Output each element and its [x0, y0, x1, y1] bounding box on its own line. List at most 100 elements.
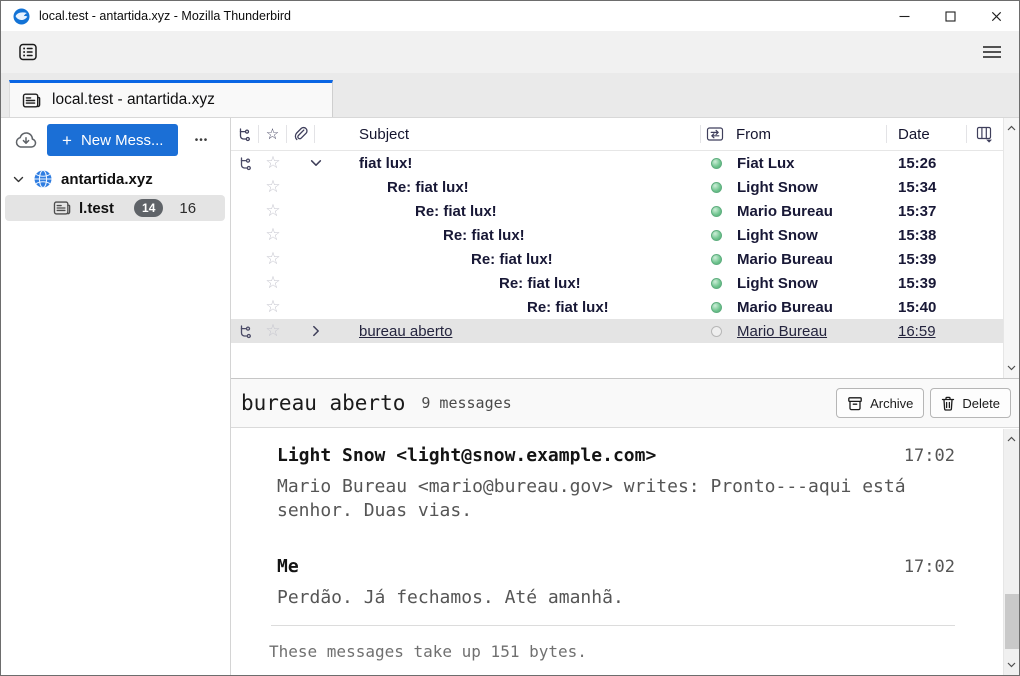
correspondents-column-icon[interactable]	[701, 126, 729, 142]
title-bar: local.test - antartida.xyz - Mozilla Thu…	[1, 1, 1019, 31]
message-body: Mario Bureau <mario@bureau.gov> writes: …	[277, 475, 932, 523]
message-time: 17:02	[904, 444, 955, 468]
thread-icon	[231, 324, 259, 339]
sidebar-account-antartida[interactable]: antartida.xyz	[1, 164, 230, 194]
from-text: Light Snow	[730, 227, 887, 244]
trash-icon	[941, 396, 955, 411]
message-row[interactable]: ☆ bureau aberto Mario Bureau 16:59	[231, 319, 1019, 343]
window-title: local.test - antartida.xyz - Mozilla Thu…	[39, 9, 291, 23]
date-text: 15:34	[887, 179, 966, 196]
unread-dot-icon[interactable]	[702, 326, 730, 337]
message-row[interactable]: ☆ Re: fiat lux! Mario Bureau 15:37	[231, 199, 1019, 223]
delete-button[interactable]: Delete	[930, 388, 1011, 418]
message-pane-scrollbar[interactable]	[1003, 429, 1019, 675]
twisty-icon[interactable]	[303, 159, 329, 167]
new-message-button[interactable]: + New Mess...	[47, 124, 178, 156]
subject-text: Re: fiat lux!	[415, 203, 497, 220]
scroll-up-icon[interactable]	[1007, 125, 1016, 131]
tab-mail-folder[interactable]: local.test - antartida.xyz	[9, 80, 333, 117]
more-options-icon[interactable]: •••	[188, 129, 214, 151]
thread-icon	[231, 228, 259, 243]
minimize-button[interactable]	[881, 1, 927, 31]
message-item[interactable]: Me 17:02 Perdão. Já fechamos. Até amanhã…	[277, 555, 955, 610]
star-icon[interactable]: ☆	[259, 177, 287, 197]
subject-text: Re: fiat lux!	[443, 227, 525, 244]
message-sender: Light Snow <light@snow.example.com>	[277, 444, 656, 468]
archive-button[interactable]: Archive	[836, 388, 924, 418]
sidebar-folder-ltest[interactable]: l.test 14 16	[5, 195, 225, 221]
star-icon[interactable]: ☆	[259, 297, 287, 317]
message-divider	[271, 625, 955, 626]
app-menu-icon[interactable]	[977, 37, 1007, 67]
star-icon[interactable]: ☆	[259, 201, 287, 221]
subject-cell: Re: fiat lux!	[287, 227, 702, 244]
message-row[interactable]: ☆ Re: fiat lux! Light Snow 15:34	[231, 175, 1019, 199]
thread-column-icon[interactable]	[231, 127, 258, 142]
archive-icon	[847, 396, 863, 411]
scroll-down-icon[interactable]	[1007, 662, 1016, 668]
attachment-column-icon[interactable]	[287, 126, 314, 142]
unread-dot-icon[interactable]	[702, 278, 730, 289]
subject-cell: Re: fiat lux!	[287, 203, 702, 220]
unread-dot-icon[interactable]	[702, 158, 730, 169]
subject-cell: Re: fiat lux!	[287, 251, 702, 268]
message-row[interactable]: ☆ Re: fiat lux! Light Snow 15:38	[231, 223, 1019, 247]
archive-label: Archive	[870, 396, 913, 411]
message-time: 17:02	[904, 555, 955, 579]
star-icon[interactable]: ☆	[259, 153, 287, 173]
date-text: 15:37	[887, 203, 966, 220]
column-header-date[interactable]: Date	[887, 126, 966, 143]
close-button[interactable]	[973, 1, 1019, 31]
subject-text: Re: fiat lux!	[387, 179, 469, 196]
from-text: Mario Bureau	[730, 251, 887, 268]
unread-dot-icon[interactable]	[702, 254, 730, 265]
column-header-from[interactable]: From	[729, 126, 886, 143]
unread-dot-icon[interactable]	[702, 182, 730, 193]
from-text: Fiat Lux	[730, 155, 887, 172]
star-icon[interactable]: ☆	[259, 273, 287, 293]
folder-name: l.test	[79, 200, 114, 217]
message-row[interactable]: ☆ Re: fiat lux! Mario Bureau 15:39	[231, 247, 1019, 271]
tab-bar: local.test - antartida.xyz	[1, 73, 1019, 118]
subject-cell: Re: fiat lux!	[287, 299, 702, 316]
cloud-download-icon[interactable]	[11, 125, 41, 155]
unread-dot-icon[interactable]	[702, 230, 730, 241]
unread-dot-icon[interactable]	[702, 302, 730, 313]
scroll-up-icon[interactable]	[1007, 436, 1016, 442]
thunderbird-logo-icon	[13, 8, 30, 25]
star-icon[interactable]: ☆	[259, 249, 287, 269]
spaces-mail-icon[interactable]	[13, 37, 43, 67]
folder-sidebar: + New Mess... ••• antartida.xyz	[1, 118, 231, 675]
thread-list-scrollbar[interactable]	[1003, 118, 1019, 378]
twisty-icon[interactable]	[303, 327, 329, 335]
message-row[interactable]: ☆ Re: fiat lux! Mario Bureau 15:40	[231, 295, 1019, 319]
subject-cell: Re: fiat lux!	[287, 179, 702, 196]
message-list: ☆ fiat lux! Fiat Lux 15:26 ☆ Re: fiat lu…	[231, 151, 1019, 378]
thread-list-header: ☆ Subject From Date	[231, 118, 1019, 151]
subject-text: Re: fiat lux!	[527, 299, 609, 316]
maximize-button[interactable]	[927, 1, 973, 31]
unread-dot-icon[interactable]	[702, 206, 730, 217]
scroll-down-icon[interactable]	[1007, 365, 1016, 371]
column-header-subject[interactable]: Subject	[315, 126, 700, 143]
main-toolbar	[1, 31, 1019, 73]
thread-title: bureau aberto	[241, 391, 405, 415]
star-icon[interactable]: ☆	[259, 321, 287, 341]
message-row[interactable]: ☆ Re: fiat lux! Light Snow 15:39	[231, 271, 1019, 295]
message-pane-body: Light Snow <light@snow.example.com> 17:0…	[231, 428, 1019, 675]
date-text: 15:39	[887, 275, 966, 292]
from-text: Light Snow	[730, 179, 887, 196]
star-icon[interactable]: ☆	[259, 225, 287, 245]
chevron-down-icon[interactable]	[13, 176, 24, 183]
plus-icon: +	[62, 132, 72, 149]
message-item[interactable]: Light Snow <light@snow.example.com> 17:0…	[277, 444, 955, 523]
date-text: 15:38	[887, 227, 966, 244]
date-text: 15:26	[887, 155, 966, 172]
date-text: 15:40	[887, 299, 966, 316]
thread-icon	[231, 300, 259, 315]
star-column-icon[interactable]: ☆	[259, 125, 286, 143]
message-row[interactable]: ☆ fiat lux! Fiat Lux 15:26	[231, 151, 1019, 175]
scrollbar-thumb[interactable]	[1005, 594, 1019, 649]
from-text: Mario Bureau	[730, 299, 887, 316]
column-picker-icon[interactable]	[967, 126, 1003, 143]
